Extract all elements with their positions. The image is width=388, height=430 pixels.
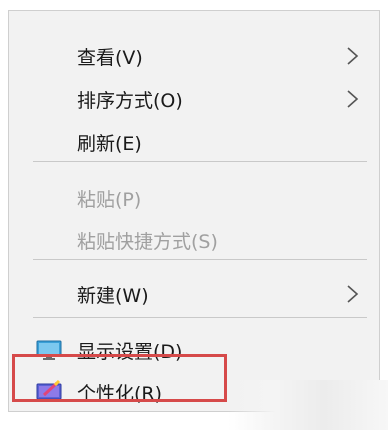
highlight-box xyxy=(12,354,227,402)
context-menu: 查看(V) 排序方式(O) 刷新(E) 粘贴(P) 粘贴快捷方式(S) 新建(W… xyxy=(8,10,380,412)
watermark-blur xyxy=(228,380,388,430)
chevron-right-icon xyxy=(347,47,359,65)
menu-item-view[interactable]: 查看(V) xyxy=(9,35,379,77)
menu-separator xyxy=(33,161,367,162)
chevron-right-icon xyxy=(347,90,359,108)
menu-item-paste[interactable]: 粘贴(P) xyxy=(9,177,379,219)
menu-item-label: 刷新(E) xyxy=(77,132,142,155)
menu-item-label: 粘贴快捷方式(S) xyxy=(77,230,218,253)
menu-item-paste-shortcut[interactable]: 粘贴快捷方式(S) xyxy=(9,219,379,261)
menu-item-new[interactable]: 新建(W) xyxy=(9,273,379,315)
menu-separator xyxy=(33,317,367,318)
menu-item-label: 粘贴(P) xyxy=(77,188,142,211)
menu-item-sort-by[interactable]: 排序方式(O) xyxy=(9,78,379,120)
menu-item-label: 查看(V) xyxy=(77,46,143,69)
menu-item-refresh[interactable]: 刷新(E) xyxy=(9,121,379,163)
menu-separator xyxy=(33,259,367,260)
menu-item-label: 新建(W) xyxy=(77,284,149,307)
menu-item-label: 排序方式(O) xyxy=(77,89,183,112)
chevron-right-icon xyxy=(347,285,359,303)
